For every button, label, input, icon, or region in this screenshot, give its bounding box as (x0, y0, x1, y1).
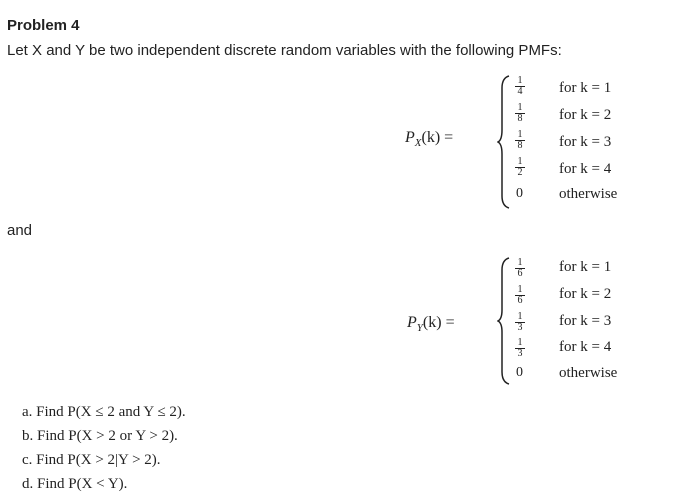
pmf-y-frac-4: 13 (514, 338, 526, 359)
pmf-y-lhs: PY(k) = (407, 314, 455, 334)
pmf-x-lhs: PX(k) = (405, 129, 453, 149)
pmf-y-frac-1: 16 (514, 258, 526, 279)
pmf-x-brace (497, 75, 510, 209)
pmf-x-otherwise: otherwise (559, 186, 618, 202)
problem-intro: Let X and Y be two independent discrete … (7, 42, 562, 59)
pmf-y-frac-3: 13 (514, 312, 526, 333)
pmf-x-cond-4: for k = 4 (559, 161, 612, 177)
pmf-x-frac-1: 14 (514, 76, 526, 97)
pmf-y-lhs-p: P (407, 314, 417, 331)
pmf-y-cond-1: for k = 1 (559, 259, 612, 275)
pmf-y-cond-2: for k = 2 (559, 286, 612, 302)
pmf-x-frac-2: 18 (514, 103, 526, 124)
connector-and: and (7, 222, 33, 239)
pmf-x-cond-2: for k = 2 (559, 107, 612, 123)
question-a: a. Find P(X ≤ 2 and Y ≤ 2). (22, 404, 186, 420)
pmf-y-brace (497, 257, 510, 385)
pmf-x-lhs-p: P (405, 129, 415, 146)
pmf-y-zero: 0 (516, 365, 523, 380)
pmf-x-lhs-arg: (k) = (421, 129, 454, 146)
problem-title: Problem 4 (7, 17, 80, 34)
question-b: b. Find P(X > 2 or Y > 2). (22, 428, 178, 444)
pmf-x-frac-4: 12 (514, 157, 526, 178)
pmf-x-lhs-sub: X (414, 137, 422, 150)
pmf-x-zero: 0 (516, 186, 523, 201)
question-list: a. Find P(X ≤ 2 and Y ≤ 2). b. Find P(X … (22, 400, 186, 496)
pmf-y-cond-3: for k = 3 (559, 313, 612, 329)
pmf-y-frac-2: 16 (514, 285, 526, 306)
question-c: c. Find P(X > 2|Y > 2). (22, 452, 161, 468)
pmf-x-frac-3: 18 (514, 130, 526, 151)
pmf-x-cond-1: for k = 1 (559, 80, 612, 96)
pmf-y-lhs-arg: (k) = (422, 314, 455, 331)
pmf-y-otherwise: otherwise (559, 365, 618, 381)
pmf-y-cond-4: for k = 4 (559, 339, 612, 355)
pmf-x-cond-3: for k = 3 (559, 134, 612, 150)
question-d: d. Find P(X < Y). (22, 476, 128, 492)
